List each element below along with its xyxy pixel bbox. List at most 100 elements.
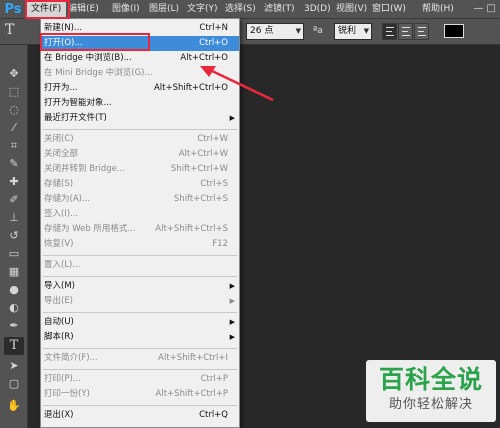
menu-item-open-smart-object[interactable]: 打开为智能对象... (41, 96, 239, 111)
menu-item-label: 存储(S) (44, 179, 74, 189)
shortcut-label: Alt+Shift+Ctrl+O (153, 83, 228, 93)
menu-item-revert[interactable]: 恢复(V) F12 (41, 237, 239, 252)
menu-item-label: 脚本(R) (44, 332, 74, 342)
shortcut-label: Ctrl+P (200, 374, 228, 384)
magic-wand-icon[interactable]: ⁄ (4, 119, 24, 137)
menu-help[interactable]: 帮助(H) (422, 0, 454, 19)
menu-image[interactable]: 图像(I) (112, 0, 140, 19)
font-size-value: 26 点 (250, 26, 274, 36)
menu-item-automate[interactable]: 自动(U) ▶ (41, 315, 239, 330)
file-menu-highlight-box (25, 0, 70, 19)
menu-item-save-as[interactable]: 存储为(A)... Shift+Ctrl+S (41, 192, 239, 207)
menu-item-label: 最近打开文件(T) (44, 113, 107, 123)
menu-item-print-one[interactable]: 打印一份(Y) Alt+Shift+Ctrl+P (41, 387, 239, 402)
antialias-select[interactable]: 锐利 ▼ (334, 23, 372, 40)
stamp-icon[interactable]: ⊥ (4, 209, 24, 227)
menu-separator (43, 129, 237, 130)
align-center-icon (402, 27, 410, 37)
align-center-button[interactable] (398, 23, 413, 40)
shortcut-label: Ctrl+W (197, 134, 228, 144)
align-right-button[interactable] (414, 23, 429, 40)
menu-item-close-goto-bridge[interactable]: 关闭并转到 Bridge... Shift+Ctrl+W (41, 162, 239, 177)
submenu-arrow-icon: ▶ (229, 318, 235, 326)
file-menu-dropdown: 新建(N)... Ctrl+N 打开(O)... Ctrl+O 在 Bridge 中… (40, 18, 240, 428)
menu-item-import[interactable]: 导入(M) ▶ (41, 279, 239, 294)
menu-separator (43, 276, 237, 277)
toolbox: ✥ ⬚ ◌ ⁄ ⌗ ✎ ✚ ✐ ⊥ ↺ ▭ ▦ ● ◐ ✒ T ➤ ▢ ✋ (0, 45, 28, 428)
brush-icon[interactable]: ✐ (4, 191, 24, 209)
type-tool-preset-icon[interactable]: T (5, 22, 14, 38)
menu-item-label: 打开为... (44, 83, 78, 93)
menu-item-save[interactable]: 存储(S) Ctrl+S (41, 177, 239, 192)
menu-item-label: 在 Mini Bridge 中浏览(G)... (44, 68, 153, 78)
menu-item-open-as[interactable]: 打开为... Alt+Shift+Ctrl+O (41, 81, 239, 96)
shortcut-label: Alt+Shift+Ctrl+S (155, 224, 228, 234)
lasso-icon[interactable]: ◌ (4, 101, 24, 119)
menu-item-scripts[interactable]: 脚本(R) ▶ (41, 330, 239, 345)
marquee-icon[interactable]: ⬚ (4, 83, 24, 101)
menu-item-browse-mini-bridge[interactable]: 在 Mini Bridge 中浏览(G)... (41, 66, 239, 81)
font-size-field[interactable]: 26 点 ▼ (246, 23, 304, 40)
menu-item-file-info[interactable]: 文件简介(F)... Alt+Shift+Ctrl+I (41, 351, 239, 366)
menu-item-label: 导入(M) (44, 281, 75, 291)
healing-icon[interactable]: ✚ (4, 173, 24, 191)
menu-item-label: 打印(P)... (44, 374, 81, 384)
shortcut-label: F12 (212, 239, 228, 249)
menu-item-browse-bridge[interactable]: 在 Bridge 中浏览(B)... Alt+Ctrl+O (41, 51, 239, 66)
menu-item-label: 存储为 Web 所用格式... (44, 224, 136, 234)
menu-item-exit[interactable]: 退出(X) Ctrl+Q (41, 408, 239, 423)
menu-item-label: 签入(I)... (44, 209, 79, 219)
menu-item-save-for-web[interactable]: 存储为 Web 所用格式... Alt+Shift+Ctrl+S (41, 222, 239, 237)
shortcut-label: Ctrl+S (200, 179, 228, 189)
shortcut-label: Alt+Ctrl+W (178, 149, 228, 159)
chevron-down-icon: ▼ (295, 27, 301, 35)
menu-layer[interactable]: 图层(L) (149, 0, 179, 19)
menu-view[interactable]: 视图(V) (336, 0, 367, 19)
eraser-icon[interactable]: ▭ (4, 245, 24, 263)
menu-item-label: 文件简介(F)... (44, 353, 98, 363)
menu-3d[interactable]: 3D(D) (304, 0, 331, 19)
shortcut-label: Ctrl+O (199, 38, 228, 48)
align-left-button[interactable] (382, 23, 397, 40)
menu-type[interactable]: 文字(Y) (187, 0, 218, 19)
antialias-value: 锐利 (338, 26, 357, 36)
menu-item-close-all[interactable]: 关闭全部 Alt+Ctrl+W (41, 147, 239, 162)
menu-item-print[interactable]: 打印(P)... Ctrl+P (41, 372, 239, 387)
crop-icon[interactable]: ⌗ (4, 137, 24, 155)
submenu-arrow-icon: ▶ (229, 333, 235, 341)
menu-item-label: 打印一份(Y) (44, 389, 90, 399)
menu-item-recent-files[interactable]: 最近打开文件(T) ▶ (41, 111, 239, 126)
eyedropper-icon[interactable]: ✎ (4, 155, 24, 173)
shape-icon[interactable]: ▢ (4, 375, 24, 393)
move-icon[interactable]: ✥ (4, 65, 24, 83)
menu-item-close[interactable]: 关闭(C) Ctrl+W (41, 132, 239, 147)
shortcut-label: Alt+Shift+Ctrl+P (155, 389, 228, 399)
hand-icon[interactable]: ✋ (4, 397, 24, 415)
menu-separator (43, 405, 237, 406)
menu-item-label: 恢复(V) (44, 239, 74, 249)
menu-edit[interactable]: 编辑(E) (68, 0, 99, 19)
text-color-swatch[interactable] (444, 24, 464, 38)
dodge-icon[interactable]: ◐ (4, 299, 24, 317)
submenu-arrow-icon: ▶ (229, 297, 235, 305)
watermark-subtitle: 助你轻松解决 (388, 397, 473, 412)
menu-item-place[interactable]: 置入(L)... (41, 258, 239, 273)
menu-filter[interactable]: 滤镜(T) (264, 0, 295, 19)
menu-item-label: 退出(X) (44, 410, 74, 420)
menu-select[interactable]: 选择(S) (225, 0, 256, 19)
menu-item-check-in[interactable]: 签入(I)... (41, 207, 239, 222)
menu-separator (43, 369, 237, 370)
history-brush-icon[interactable]: ↺ (4, 227, 24, 245)
menu-item-label: 置入(L)... (44, 260, 81, 270)
open-item-highlight-box (40, 33, 150, 51)
menu-window[interactable]: 窗口(W) (372, 0, 406, 19)
gradient-icon[interactable]: ▦ (4, 263, 24, 281)
type-icon[interactable]: T (4, 337, 24, 355)
pen-icon[interactable]: ✒ (4, 317, 24, 335)
menu-item-export[interactable]: 导出(E) ▶ (41, 294, 239, 309)
path-select-icon[interactable]: ➤ (4, 357, 24, 375)
window-controls[interactable]: — □ (473, 3, 496, 14)
blur-icon[interactable]: ● (4, 281, 24, 299)
shortcut-label: Ctrl+Q (199, 410, 228, 420)
menu-item-label: 关闭全部 (44, 149, 79, 159)
